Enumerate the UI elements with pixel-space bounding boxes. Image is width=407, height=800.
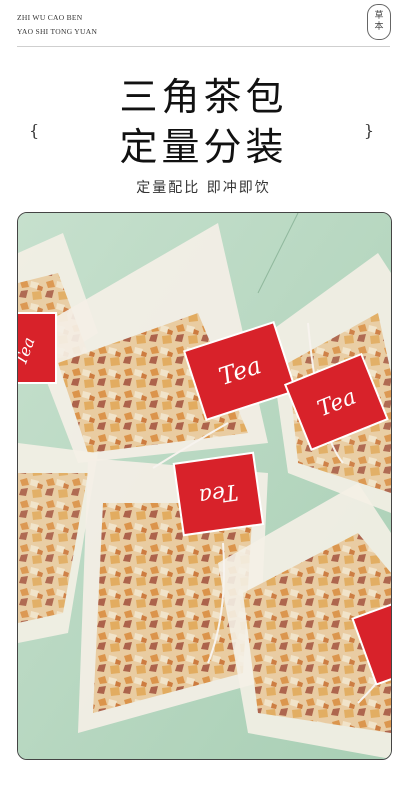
subtitle: 定量配比 即冲即饮 [136,180,271,196]
tea-bags-photo: Tea Tea Tea Tea [17,212,392,760]
tea-tag-bottom: Tea [172,451,265,537]
seal-char-1: 草 [374,11,384,21]
tea-tag-left: Tea [18,312,57,384]
heading-line-1: 三角茶包 [119,75,288,119]
brand-line-1: ZHI WU CAO BEN [17,13,83,22]
header-divider [17,46,390,47]
brand-text: ZHI WU CAO BEN YAO SHI TONG YUAN [17,11,97,39]
heading-line-2: 定量分装 [119,125,288,169]
seal-char-2: 本 [374,22,384,32]
seal-stamp: 草 本 [367,4,391,40]
right-brace: } [363,121,374,140]
brand-line-2: YAO SHI TONG YUAN [17,27,98,36]
tea-bags-illustration: Tea Tea Tea Tea [18,213,391,759]
left-brace: { [29,121,40,140]
